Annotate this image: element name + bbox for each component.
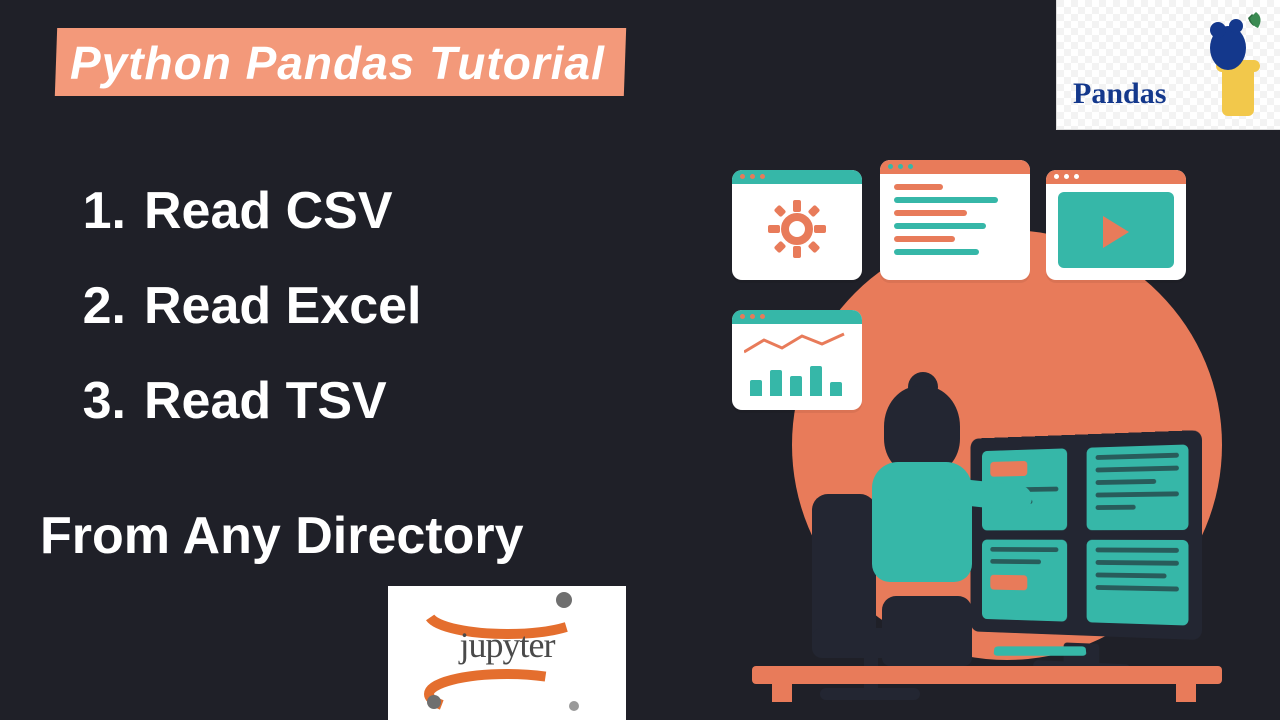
pandas-logo-card: Pandas [1056, 0, 1280, 130]
bar-chart-icon [750, 366, 842, 396]
desk-leg [772, 680, 792, 702]
desk-leg [1176, 680, 1196, 702]
illustration [702, 160, 1262, 700]
panel-code [880, 160, 1030, 280]
list-item: 2. Read Excel [70, 265, 422, 348]
topics-list: 1. Read CSV 2. Read Excel 3. Read TSV [70, 170, 422, 456]
list-number: 2. [70, 265, 126, 348]
code-lines-icon [894, 184, 1016, 262]
list-item: 3. Read TSV [70, 360, 422, 443]
panel-video [1046, 170, 1186, 280]
subtitle: From Any Directory [40, 506, 524, 566]
pandas-icon [1196, 8, 1266, 118]
page-title: Python Pandas Tutorial [70, 36, 605, 90]
list-item: 1. Read CSV [70, 170, 422, 253]
panel-gear [732, 170, 862, 280]
list-text: Read Excel [144, 265, 422, 348]
jupyter-logo-card: jupyter [388, 586, 626, 720]
play-icon [1103, 216, 1129, 248]
list-number: 1. [70, 170, 126, 253]
person [838, 366, 1008, 666]
jupyter-label: jupyter [388, 624, 626, 666]
desk [752, 666, 1222, 684]
title-banner: Python Pandas Tutorial [55, 28, 626, 96]
list-number: 3. [70, 360, 126, 443]
list-text: Read TSV [144, 360, 387, 443]
gear-icon [768, 200, 826, 258]
list-text: Read CSV [144, 170, 393, 253]
pandas-label: Pandas [1073, 77, 1166, 111]
chair-wheels [820, 688, 920, 700]
sparkline-icon [744, 330, 850, 360]
